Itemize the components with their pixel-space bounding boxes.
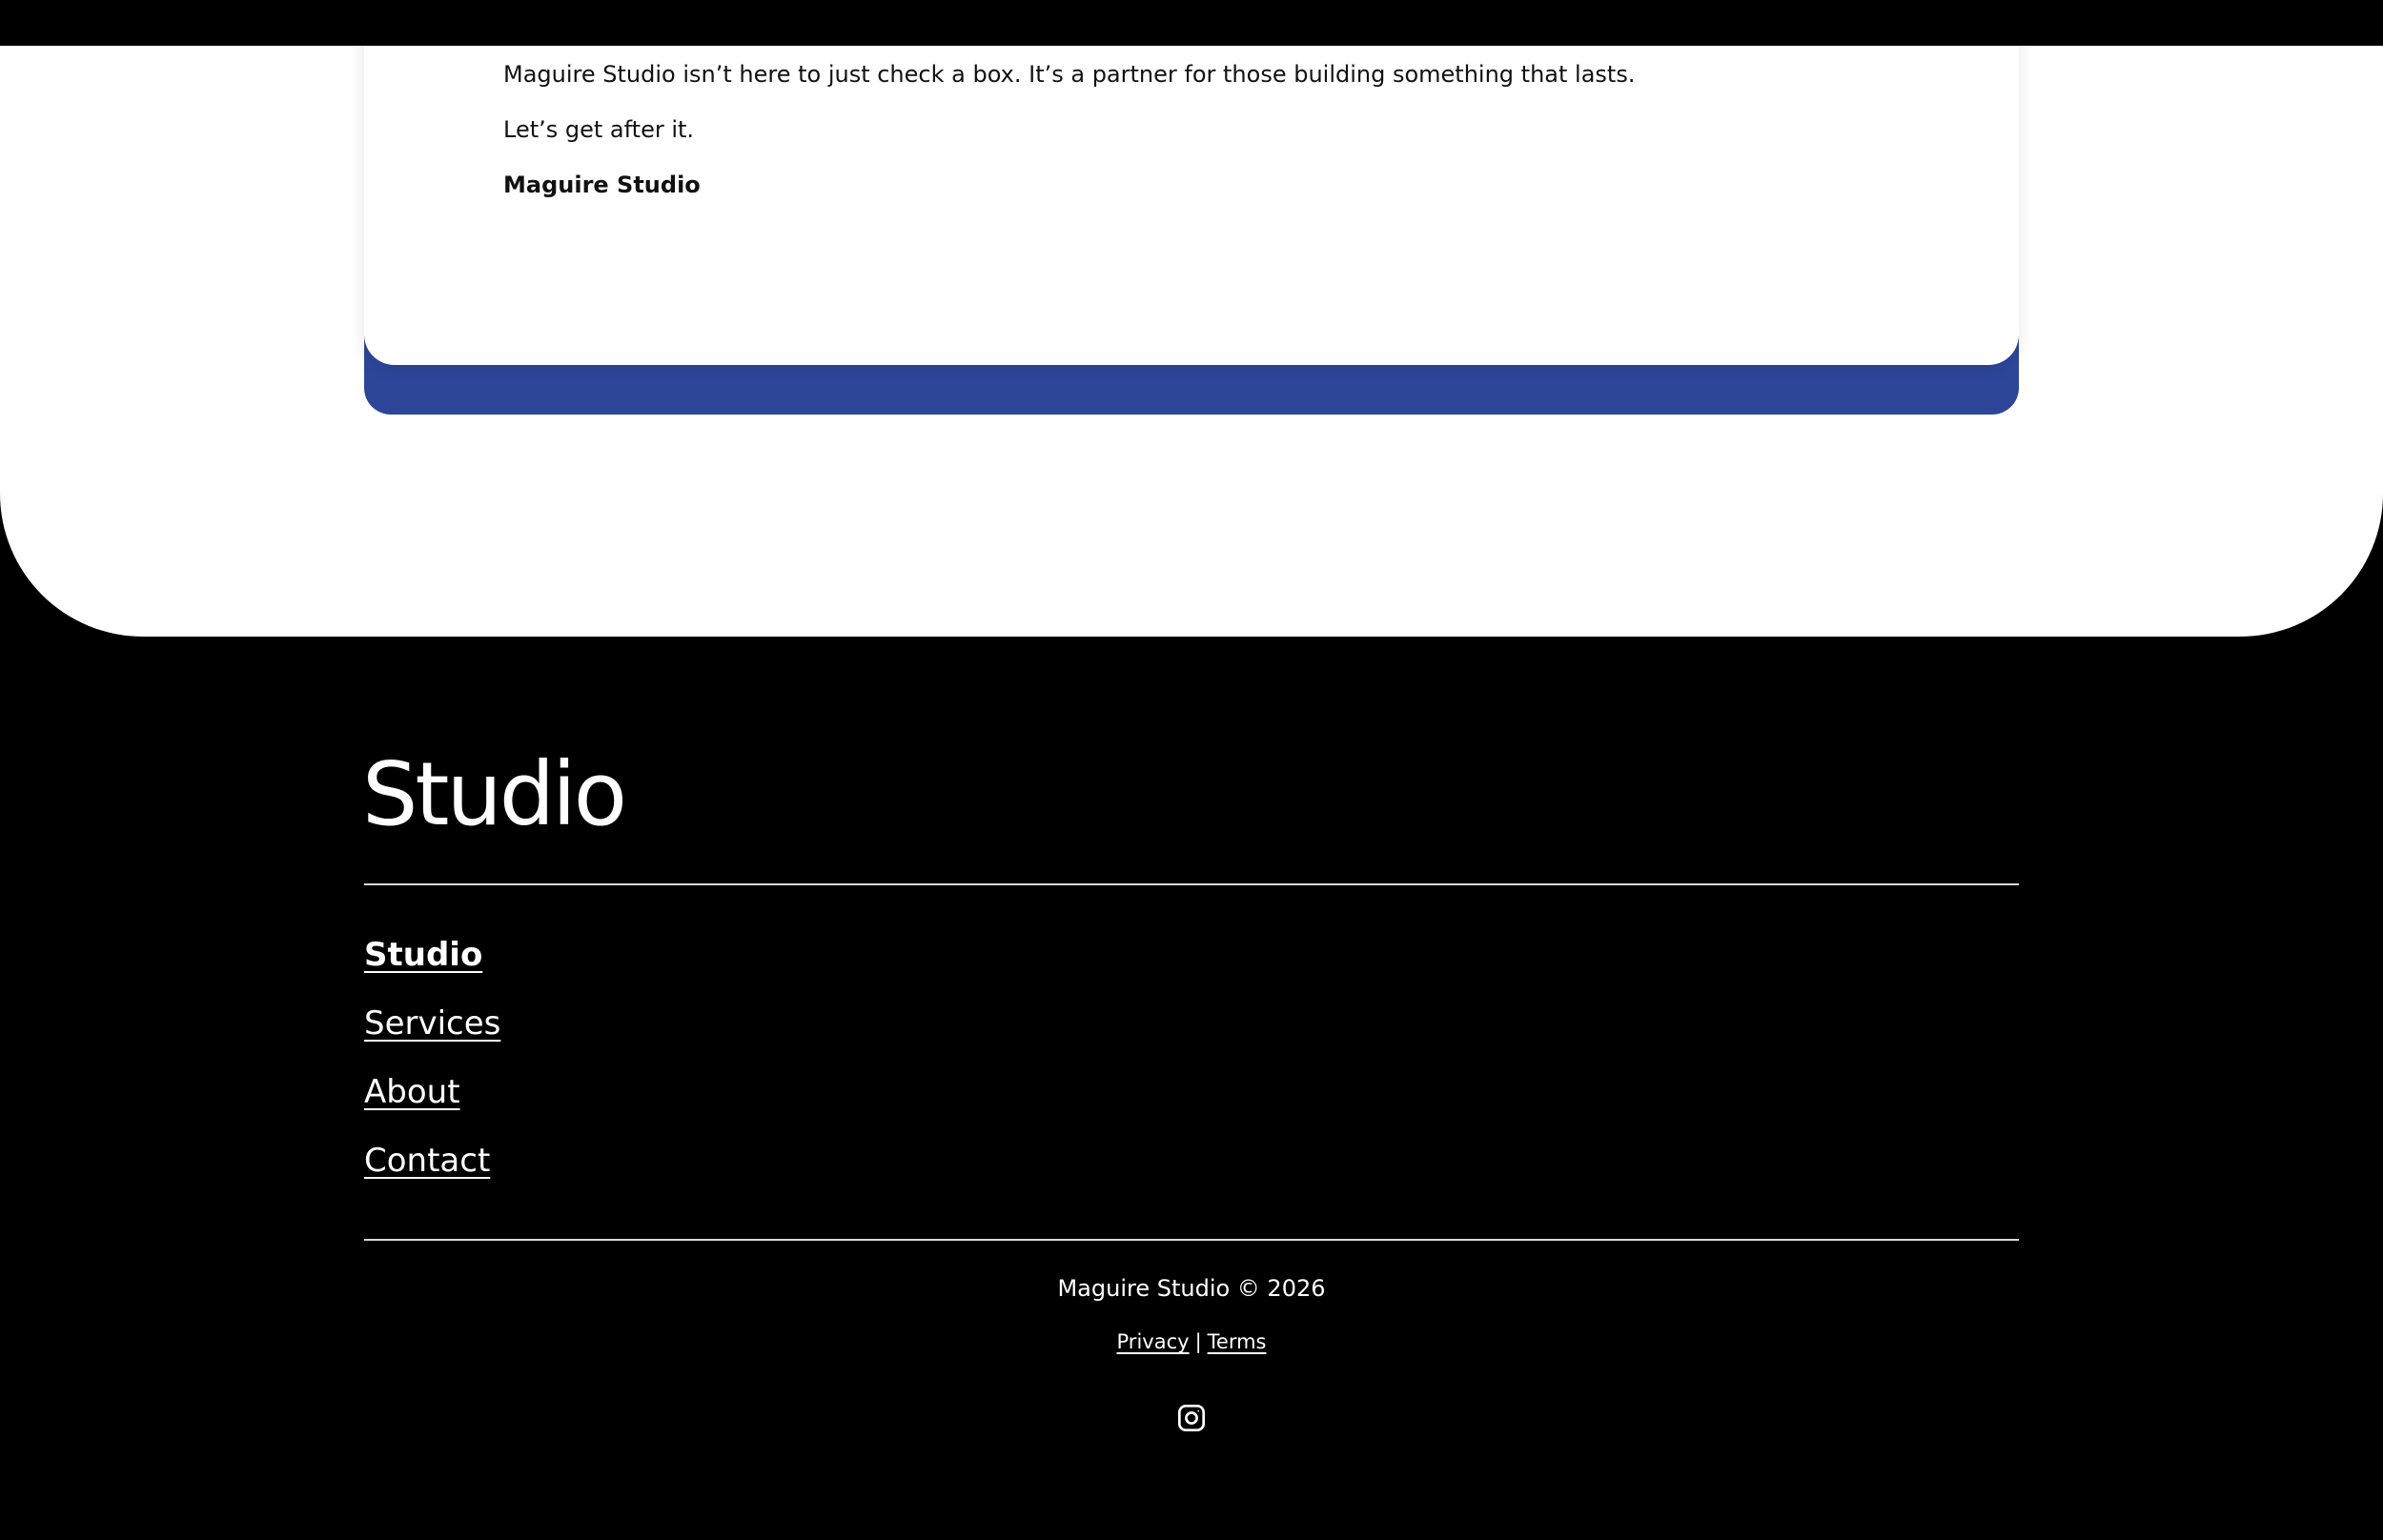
- footer-logo[interactable]: Studio: [362, 751, 627, 839]
- footer-nav-item-about: About: [364, 1073, 500, 1142]
- footer-nav-item-services: Services: [364, 1004, 500, 1073]
- legal-links: Privacy | Terms: [0, 1330, 2383, 1353]
- copyright-text: Maguire Studio © 2026: [1057, 1275, 1326, 1302]
- top-bar: [0, 0, 2383, 46]
- instagram-link[interactable]: [1176, 1403, 1207, 1433]
- privacy-link[interactable]: Privacy: [1117, 1330, 1190, 1353]
- footer-nav-link-services[interactable]: Services: [364, 1004, 500, 1043]
- card-paragraph-2: Let’s get after it.: [503, 116, 695, 143]
- footer-divider-bottom: [364, 1239, 2019, 1241]
- card-signature: Maguire Studio: [503, 172, 701, 198]
- footer-nav-item-contact: Contact: [364, 1142, 500, 1210]
- footer-divider-top: [364, 883, 2019, 885]
- footer-nav: Studio Services About Contact: [364, 936, 500, 1210]
- card-paragraph-1: Maguire Studio isn’t here to just check …: [503, 61, 1636, 88]
- footer-nav-link-studio[interactable]: Studio: [364, 936, 482, 974]
- footer-nav-link-contact[interactable]: Contact: [364, 1142, 490, 1180]
- terms-link[interactable]: Terms: [1208, 1330, 1267, 1353]
- content-section: Maguire Studio isn’t here to just check …: [0, 0, 2383, 637]
- legal-separator: |: [1194, 1330, 1202, 1353]
- footer-nav-link-about[interactable]: About: [364, 1073, 460, 1111]
- footer-nav-item-studio: Studio: [364, 936, 500, 1004]
- instagram-icon: [1178, 1405, 1205, 1431]
